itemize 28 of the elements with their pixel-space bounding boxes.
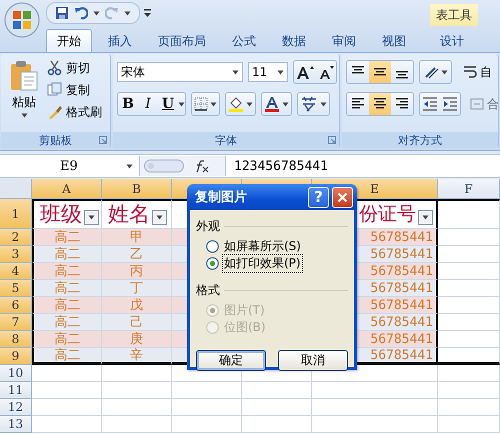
table-cell: 高二 xyxy=(32,297,102,314)
group-label: 格式 xyxy=(196,282,220,299)
contextual-tab-label: 表工具 xyxy=(430,4,478,26)
dialog-title: 复制图片 xyxy=(195,189,248,206)
radio-label: 图片(T) xyxy=(223,302,266,319)
group-label: 外观 xyxy=(196,218,220,235)
table-cell: 高二 xyxy=(32,246,102,263)
column-title: 份证号 xyxy=(359,205,416,224)
table-cell: 甲 xyxy=(102,229,172,246)
group-label: 对齐方式 xyxy=(398,132,442,148)
table-cell: 辛 xyxy=(102,348,172,365)
table-cell: 高二 xyxy=(32,280,102,297)
radio-label: 位图(B) xyxy=(223,319,267,336)
table-cell: 丁 xyxy=(102,280,172,297)
table-cell: 丙 xyxy=(102,263,172,280)
table-cell: 高二 xyxy=(32,348,102,365)
group-label: 字体 xyxy=(215,132,237,148)
column-title: 姓名 xyxy=(108,204,150,225)
table-cell: 戊 xyxy=(102,297,172,314)
table-cell: 乙 xyxy=(102,246,172,263)
table-cell: 高二 xyxy=(32,229,102,246)
column-title: 班级 xyxy=(40,204,82,225)
table-cell: 庚 xyxy=(102,331,172,348)
table-cell: 高二 xyxy=(32,263,102,280)
table-cell: 己 xyxy=(102,314,172,331)
table-cell: 高二 xyxy=(32,314,102,331)
group-label: 剪贴板 xyxy=(39,132,72,148)
table-cell: 高二 xyxy=(32,331,102,348)
